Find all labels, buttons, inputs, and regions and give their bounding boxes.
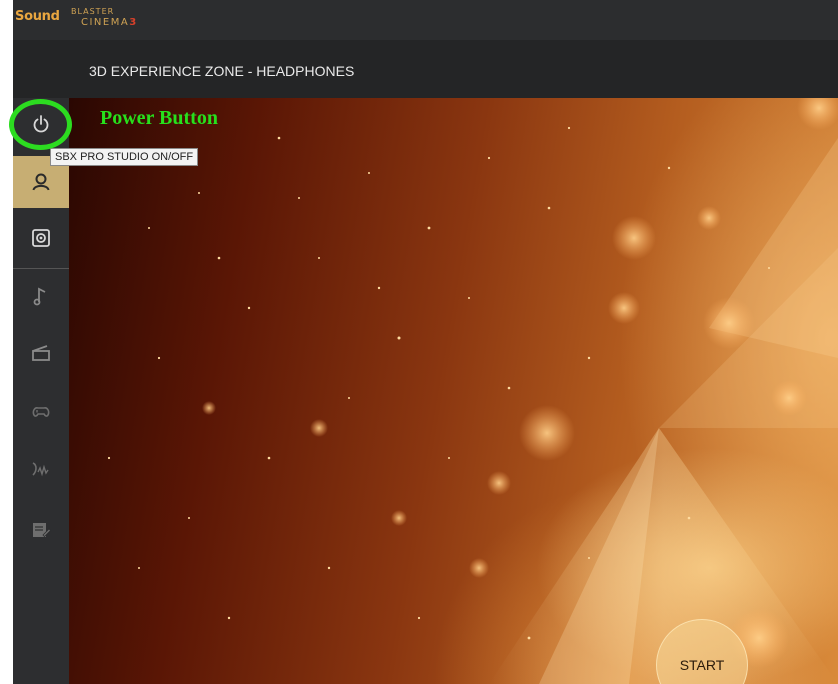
page-title: 3D EXPERIENCE ZONE - HEADPHONES — [89, 63, 355, 79]
annotation-label: Power Button — [100, 107, 218, 129]
page-header: 3D EXPERIENCE ZONE - HEADPHONES — [13, 40, 838, 98]
sidebar-item-music[interactable] — [13, 270, 69, 322]
clapperboard-icon — [32, 345, 50, 361]
sidebar-item-speaker[interactable] — [13, 212, 69, 264]
user-icon — [32, 173, 50, 191]
experience-zone-artwork: START — [69, 98, 838, 684]
sidebar-item-movie[interactable] — [13, 327, 69, 379]
app-window: Sound BLASTER CINEMA3 3D EXPERIENCE ZONE… — [13, 0, 838, 684]
logo-sound-text: Sound — [15, 9, 60, 24]
sidebar-divider — [13, 268, 69, 269]
particle-background — [107, 98, 838, 684]
edit-icon — [33, 523, 52, 538]
logo-blaster-text: BLASTER — [71, 7, 115, 16]
sidebar-item-edit[interactable] — [13, 504, 69, 556]
speaker-icon — [32, 229, 50, 247]
music-note-icon — [33, 287, 46, 306]
sidebar-item-voice[interactable] — [13, 443, 69, 495]
power-tooltip: SBX PRO STUDIO ON/OFF — [50, 148, 199, 166]
logo-cinema-word: CINEMA — [81, 17, 130, 28]
sidebar — [13, 98, 69, 684]
gamepad-icon — [32, 407, 50, 417]
title-bar: Sound BLASTER CINEMA3 — [13, 0, 838, 40]
voice-icon — [32, 462, 49, 477]
logo-cinema-text: CINEMA3 — [81, 17, 138, 28]
sidebar-item-game[interactable] — [13, 384, 69, 436]
logo-version: 3 — [129, 17, 138, 28]
annotation-highlight-ring — [9, 99, 72, 150]
